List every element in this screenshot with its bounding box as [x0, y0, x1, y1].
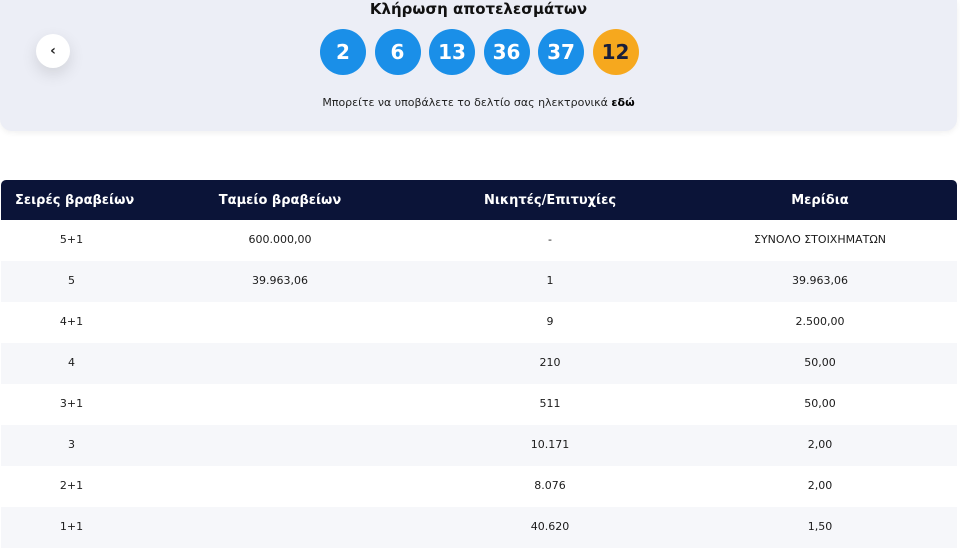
winners-cell: 9: [546, 315, 554, 328]
submit-ticket-text: Μπορείτε να υποβάλετε το δελτίο σας ηλεκ…: [322, 96, 612, 109]
winners-cell: 8.076: [534, 479, 566, 492]
table-row: 4 210 50,00: [1, 343, 957, 384]
column-header-dividends: Μερίδια: [791, 192, 849, 208]
table-row: 3+1 511 50,00: [1, 384, 957, 425]
prize-tier-cell: 5+1: [59, 233, 84, 246]
prize-tier-cell: 4+1: [59, 315, 84, 328]
dividend-cell: 2,00: [807, 438, 833, 451]
dividend-cell: 2.500,00: [795, 315, 845, 328]
winners-cell: 10.171: [530, 438, 570, 451]
table-row: 4+1 9 2.500,00: [1, 302, 957, 343]
drawn-numbers: 2 6 13 36 37 12: [320, 29, 639, 75]
number-ball: 37: [538, 29, 584, 75]
prize-table-header: Σειρές βραβείων Ταμείο βραβείων Νικητές/…: [1, 180, 957, 220]
dividend-cell: 50,00: [804, 397, 836, 410]
prize-tier-cell: 3: [68, 438, 75, 451]
prize-fund-cell: 600.000,00: [248, 233, 312, 246]
table-row: 3 10.171 2,00: [1, 425, 957, 466]
winners-cell: -: [548, 233, 552, 246]
back-button[interactable]: ‹: [36, 34, 70, 68]
number-ball: 2: [320, 29, 366, 75]
number-ball: 6: [374, 29, 421, 75]
chevron-left-icon: ‹: [50, 43, 56, 59]
dividend-cell: 39.963,06: [792, 274, 848, 287]
number-ball: 13: [429, 29, 475, 75]
table-row: 5 39.963,06 1 39.963,06: [1, 261, 957, 302]
winners-cell: 210: [539, 356, 561, 369]
dividend-cell: ΣΥΝΟΛΟ ΣΤΟΙΧΗΜΑΤΩΝ: [754, 233, 886, 246]
prize-tier-cell: 2+1: [59, 479, 84, 492]
table-row: 5+1 600.000,00 - ΣΥΝΟΛΟ ΣΤΟΙΧΗΜΑΤΩΝ: [1, 220, 957, 261]
winners-cell: 1: [546, 274, 554, 287]
winners-cell: 511: [539, 397, 561, 410]
winners-cell: 40.620: [530, 520, 570, 533]
submit-ticket-link[interactable]: εδώ: [611, 96, 634, 109]
column-header-winners: Νικητές/Επιτυχίες: [483, 192, 617, 208]
prize-tier-cell: 3+1: [59, 397, 84, 410]
prize-fund-cell: 39.963,06: [252, 274, 308, 287]
joker-ball: 12: [592, 29, 639, 75]
prize-table-body: 5+1 600.000,00 - ΣΥΝΟΛΟ ΣΤΟΙΧΗΜΑΤΩΝ 5 39…: [1, 220, 957, 548]
prize-tier-cell: 5: [68, 274, 75, 287]
dividend-cell: 2,00: [807, 479, 833, 492]
prize-table: Σειρές βραβείων Ταμείο βραβείων Νικητές/…: [1, 180, 957, 548]
column-header-prize-tiers: Σειρές βραβείων: [15, 192, 135, 208]
table-row: 1+1 40.620 1,50: [1, 507, 957, 548]
draw-results-panel: Κλήρωση αποτελεσμάτων ‹ 2 6 13 36 37 12 …: [0, 0, 957, 131]
number-ball: 36: [483, 29, 530, 75]
dividend-cell: 50,00: [804, 356, 836, 369]
column-header-prize-fund: Ταμείο βραβείων: [218, 192, 342, 208]
dividend-cell: 1,50: [807, 520, 833, 533]
prize-tier-cell: 1+1: [59, 520, 84, 533]
prize-tier-cell: 4: [68, 356, 75, 369]
submit-ticket-note: Μπορείτε να υποβάλετε το δελτίο σας ηλεκ…: [0, 96, 957, 109]
draw-results-title: Κλήρωση αποτελεσμάτων: [369, 0, 588, 18]
table-row: 2+1 8.076 2,00: [1, 466, 957, 507]
